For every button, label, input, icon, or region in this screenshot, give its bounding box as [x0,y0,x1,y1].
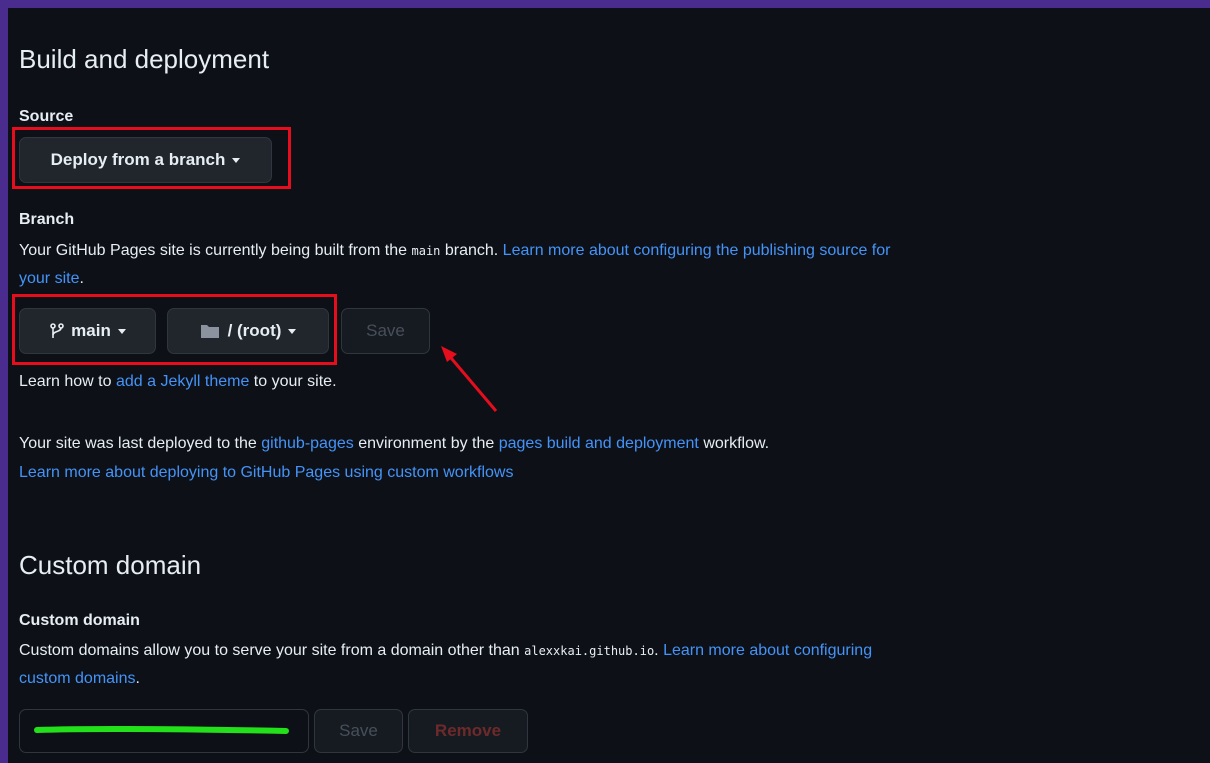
branch-description: Your GitHub Pages site is currently bein… [19,237,1129,293]
branch-desc-text-2: branch. [440,242,503,259]
jekyll-theme-link[interactable]: add a Jekyll theme [116,373,249,390]
deploy-mid: environment by the [353,435,499,452]
git-branch-icon [50,323,64,338]
folder-icon [200,325,219,338]
branch-save-button[interactable]: Save [341,308,430,354]
custom-domains-link[interactable]: Learn more about configuring [663,642,872,659]
deploy-prefix: Your site was last deployed to the [19,435,262,452]
branch-desc-period: . [79,270,84,287]
caret-down-icon [288,328,297,334]
branch-select-label: main [71,321,111,340]
custom-domains-link-2[interactable]: custom domains [19,670,136,687]
source-label: Source [19,108,74,125]
screenshot-frame: Build and deployment Source Deploy from … [0,0,1210,763]
redaction-scribble-icon [34,725,289,734]
source-dropdown-label: Deploy from a branch [50,150,226,169]
domain-desc-code: alexxkai.github.io [524,644,655,658]
domain-remove-button[interactable]: Remove [408,709,528,753]
github-pages-env-link[interactable]: github-pages [261,435,354,452]
branch-save-label: Save [366,321,405,340]
branch-label: Branch [19,211,75,228]
pages-workflow-link[interactable]: pages build and deployment [499,435,699,452]
pages-settings-panel: Build and deployment Source Deploy from … [8,8,1210,763]
jekyll-suffix: to your site. [249,373,337,390]
caret-down-icon [232,157,241,163]
custom-domain-heading: Custom domain [19,550,202,580]
domain-desc-mid: . [654,642,664,659]
jekyll-prefix: Learn how to [19,373,116,390]
custom-domain-label: Custom domain [19,612,140,629]
custom-workflows-link[interactable]: Learn more about deploying to GitHub Pag… [19,464,513,481]
custom-domain-input[interactable] [19,709,309,753]
custom-workflows-row: Learn more about deploying to GitHub Pag… [19,459,513,487]
publishing-source-link[interactable]: Learn more about configuring the publish… [503,242,891,259]
branch-select-button[interactable]: main [19,308,156,354]
annotation-arrow-icon [441,346,498,412]
caret-down-icon [117,328,126,334]
domain-desc-text: Custom domains allow you to serve your s… [19,642,525,659]
publishing-source-link-2[interactable]: your site [19,270,79,287]
domain-remove-label: Remove [434,721,502,740]
branch-desc-text: Your GitHub Pages site is currently bein… [19,242,412,259]
deploy-suffix: workflow. [698,435,770,452]
folder-select-button[interactable]: / (root) [167,308,329,354]
domain-save-button[interactable]: Save [314,709,403,753]
build-deployment-heading: Build and deployment [19,44,270,74]
last-deploy-text: Your site was last deployed to the githu… [19,430,769,458]
source-dropdown[interactable]: Deploy from a branch [19,137,272,183]
domain-save-label: Save [339,721,378,740]
domain-desc-period: . [135,670,140,687]
jekyll-text: Learn how to add a Jekyll theme to your … [19,368,337,396]
branch-desc-code: main [411,244,441,258]
folder-select-label: / (root) [227,321,282,340]
custom-domain-description: Custom domains allow you to serve your s… [19,637,1129,693]
